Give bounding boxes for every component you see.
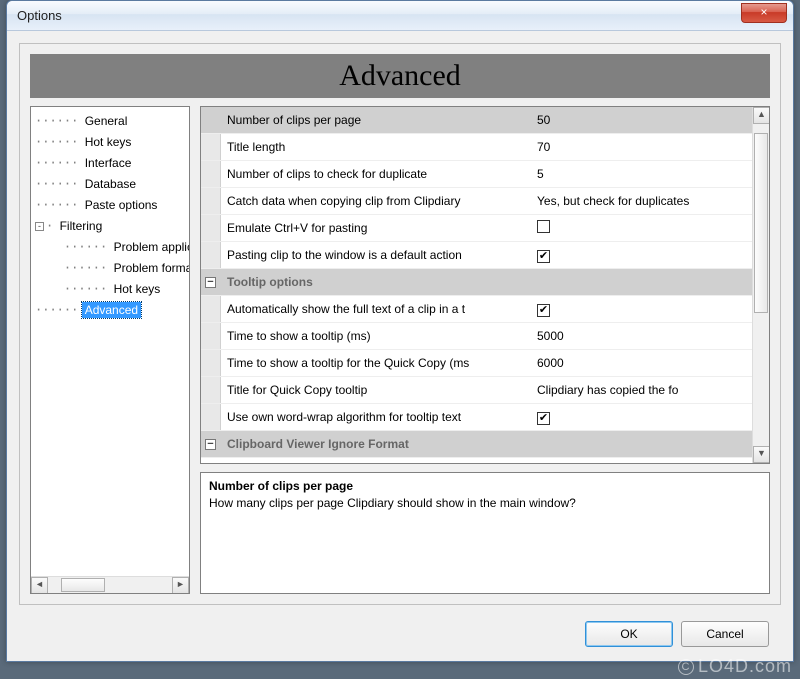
- prop-name: Use own word-wrap algorithm for tooltip …: [221, 410, 531, 424]
- prop-value[interactable]: 70: [537, 140, 550, 154]
- tree-label: Filtering: [57, 218, 106, 234]
- description-panel: Number of clips per page How many clips …: [200, 472, 770, 594]
- options-window: Options × Advanced ······ General······ …: [6, 0, 794, 662]
- checkbox[interactable]: ✔: [537, 412, 550, 425]
- prop-name: Pasting clip to the window is a default …: [221, 248, 531, 262]
- scroll-thumb[interactable]: [754, 133, 768, 313]
- scroll-down-button[interactable]: ▼: [753, 446, 770, 463]
- checkbox[interactable]: ✔: [537, 304, 550, 317]
- prop-name: Title length: [221, 140, 531, 154]
- tree-label: Hot keys: [82, 134, 135, 150]
- prop-name: Title for Quick Copy tooltip: [221, 383, 531, 397]
- scroll-thumb[interactable]: [61, 578, 105, 592]
- grid-row[interactable]: Title for Quick Copy tooltip Clipdiary ha…: [201, 377, 752, 404]
- section-label: Tooltip options: [221, 275, 752, 289]
- tree-label: General: [82, 113, 131, 129]
- content-frame: Advanced ······ General······ Hot keys··…: [19, 43, 781, 605]
- cancel-button[interactable]: Cancel: [681, 621, 769, 647]
- watermark: CLO4D.com: [678, 656, 792, 677]
- description-text: How many clips per page Clipdiary should…: [209, 496, 761, 510]
- tree-label: Problem applicat: [111, 239, 189, 255]
- prop-name: Emulate Ctrl+V for pasting: [221, 221, 531, 235]
- tree-item-problem-formats[interactable]: ······ Problem formats: [35, 258, 189, 279]
- tree-label: Paste options: [82, 197, 161, 213]
- prop-name: Number of clips to check for duplicate: [221, 167, 531, 181]
- tree-item-filtering[interactable]: -· Filtering: [35, 216, 189, 237]
- ok-button[interactable]: OK: [585, 621, 673, 647]
- prop-name: Automatically show the full text of a cl…: [221, 302, 531, 316]
- dialog-buttons: OK Cancel: [585, 621, 769, 647]
- tree-item-hot-keys[interactable]: ······ Hot keys: [35, 279, 189, 300]
- tree-item-problem-applicat[interactable]: ······ Problem applicat: [35, 237, 189, 258]
- client-area: Advanced ······ General······ Hot keys··…: [7, 31, 793, 661]
- prop-value[interactable]: 5000: [537, 329, 564, 343]
- grid-row[interactable]: Number of clips per page 50: [201, 107, 752, 134]
- scroll-up-button[interactable]: ▲: [753, 107, 770, 124]
- tree-item-advanced[interactable]: ······ Advanced: [35, 300, 189, 321]
- tree-item-hot-keys[interactable]: ······ Hot keys: [35, 132, 189, 153]
- titlebar[interactable]: Options ×: [7, 1, 793, 31]
- scroll-left-button[interactable]: ◄: [31, 577, 48, 594]
- collapse-icon[interactable]: −: [205, 439, 216, 450]
- tree-item-paste-options[interactable]: ······ Paste options: [35, 195, 189, 216]
- prop-value[interactable]: 50: [537, 113, 550, 127]
- grid-row[interactable]: Time to show a tooltip (ms) 5000: [201, 323, 752, 350]
- tree-item-interface[interactable]: ······ Interface: [35, 153, 189, 174]
- tree-body: ······ General······ Hot keys······ Inte…: [35, 111, 189, 575]
- grid-section[interactable]: −Clipboard Viewer Ignore Format: [201, 431, 752, 458]
- grid-row[interactable]: Emulate Ctrl+V for pasting: [201, 215, 752, 242]
- grid-row[interactable]: Use own word-wrap algorithm for tooltip …: [201, 404, 752, 431]
- grid-row[interactable]: Time to show a tooltip for the Quick Cop…: [201, 350, 752, 377]
- section-label: Clipboard Viewer Ignore Format: [221, 437, 752, 451]
- scroll-right-button[interactable]: ►: [172, 577, 189, 594]
- prop-name: Time to show a tooltip (ms): [221, 329, 531, 343]
- prop-value[interactable]: 6000: [537, 356, 564, 370]
- prop-name: Number of clips per page: [221, 113, 531, 127]
- property-grid: Number of clips per page 50 Title length 70…: [200, 106, 770, 464]
- tree-label: Interface: [82, 155, 135, 171]
- close-button[interactable]: ×: [741, 3, 787, 23]
- tree-label: Problem formats: [111, 260, 189, 276]
- grid-body: Number of clips per page 50 Title length 70…: [201, 107, 752, 463]
- expand-icon[interactable]: -: [35, 222, 44, 231]
- prop-name: Catch data when copying clip from Clipdi…: [221, 194, 531, 208]
- tree-hscrollbar[interactable]: ◄ ►: [31, 576, 189, 593]
- prop-name: Time to show a tooltip for the Quick Cop…: [221, 356, 531, 370]
- tree-label: Database: [82, 176, 139, 192]
- prop-value[interactable]: 5: [537, 167, 544, 181]
- grid-row[interactable]: Title length 70: [201, 134, 752, 161]
- prop-value[interactable]: Yes, but check for duplicates: [537, 194, 689, 208]
- grid-section[interactable]: −Tooltip options: [201, 269, 752, 296]
- grid-row[interactable]: Pasting clip to the window is a default …: [201, 242, 752, 269]
- prop-value[interactable]: Clipdiary has copied the fo: [537, 383, 678, 397]
- tree-label: Hot keys: [111, 281, 164, 297]
- description-title: Number of clips per page: [209, 479, 761, 493]
- nav-tree: ······ General······ Hot keys······ Inte…: [30, 106, 190, 594]
- grid-row[interactable]: Automatically show the full text of a cl…: [201, 296, 752, 323]
- page-header: Advanced: [30, 54, 770, 98]
- tree-label: Advanced: [82, 302, 141, 318]
- grid-row[interactable]: Catch data when copying clip from Clipdi…: [201, 188, 752, 215]
- tree-item-database[interactable]: ······ Database: [35, 174, 189, 195]
- grid-row[interactable]: Number of clips to check for duplicate 5: [201, 161, 752, 188]
- checkbox[interactable]: [537, 220, 550, 233]
- tree-item-general[interactable]: ······ General: [35, 111, 189, 132]
- checkbox[interactable]: ✔: [537, 250, 550, 263]
- collapse-icon[interactable]: −: [205, 277, 216, 288]
- right-panel: Number of clips per page 50 Title length 70…: [200, 106, 770, 594]
- window-title: Options: [17, 8, 62, 23]
- grid-vscrollbar[interactable]: ▲ ▼: [752, 107, 769, 463]
